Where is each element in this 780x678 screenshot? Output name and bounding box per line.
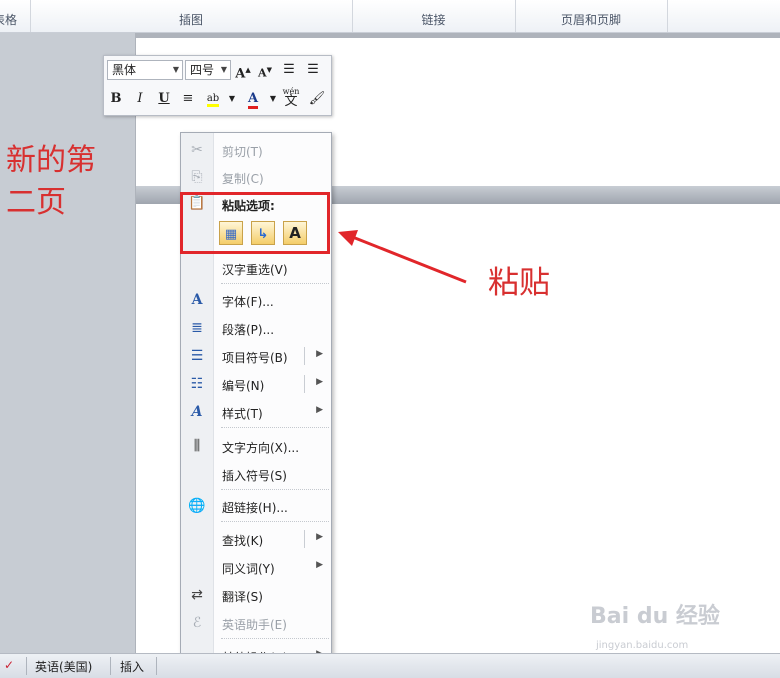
menu-item-reconvert[interactable]: 汉字重选(V) [181,255,331,281]
submenu-arrow-icon[interactable]: ▶ [316,377,323,387]
bold-button[interactable]: B [107,89,125,109]
status-separator [26,657,27,675]
menu-item-insert-symbol[interactable]: 插入符号(S) [181,461,331,487]
text-direction-icon: ⫼ [193,438,201,454]
menu-item-numbering[interactable]: ☷ 编号(N) ▶ [181,371,331,397]
status-separator [110,657,111,675]
menu-separator [221,489,329,490]
status-separator [156,657,157,675]
annotation-new-second-page: 新的第 二页 [6,143,96,220]
phonetic-guide-button[interactable]: wén 文 [282,87,300,108]
ribbon-group-illustrations[interactable]: 插图 [30,0,353,32]
menu-item-synonyms[interactable]: 同义词(Y) ▶ [181,554,331,580]
format-painter-icon[interactable]: 🖌 [308,89,326,109]
english-assistant-icon: ℰ [192,615,202,631]
scissors-icon: ✂ [191,142,203,158]
split-divider [304,530,305,548]
bullet-list-icon: ☰ [190,348,204,364]
chevron-down-icon: ▼ [220,65,227,74]
underline-button[interactable]: U [155,89,173,109]
menu-item-english-assistant[interactable]: ℰ 英语助手(E) [181,610,331,636]
highlight-icon[interactable]: ab [204,89,222,109]
status-language[interactable]: 英语(美国) [35,658,92,675]
split-divider [304,347,305,365]
paragraph-icon: ≣ [191,320,203,336]
menu-item-text-direction[interactable]: ⫼ 文字方向(X)... [181,433,331,459]
center-align-icon[interactable]: ≡ [179,89,197,109]
font-icon: A [191,292,203,308]
menu-item-styles[interactable]: A 样式(T) ▶ [181,399,331,425]
menu-item-paragraph[interactable]: ≣ 段落(P)... [181,315,331,341]
chevron-down-icon: ▼ [172,65,179,74]
submenu-arrow-icon: ▶ [316,405,323,415]
baidu-watermark: Bai du 经验 [590,604,720,629]
submenu-arrow-icon[interactable]: ▶ [316,532,323,542]
menu-item-bullets[interactable]: ☰ 项目符号(B) ▶ [181,343,331,369]
baidu-watermark-url: jingyan.baidu.com [596,640,689,651]
split-divider [304,375,305,393]
ribbon-group-tables[interactable]: 表格 [0,0,31,32]
menu-item-hyperlink[interactable]: 🌐 超链接(H)... [181,493,331,519]
ribbon: 表格 插图 链接 页眉和页脚 [0,0,780,33]
menu-separator [221,283,329,284]
status-insert-mode[interactable]: 插入 [120,658,144,675]
menu-item-font[interactable]: A 字体(F)... [181,287,331,313]
grow-font-button[interactable]: A▲ [234,60,252,81]
menu-item-translate[interactable]: ⇄ 翻译(S) [181,582,331,608]
font-size-combo[interactable]: 四号 ▼ [185,60,231,80]
font-name-combo[interactable]: 黑体 ▼ [107,60,183,80]
font-color-button[interactable]: A [244,89,262,109]
mini-toolbar: 黑体 ▼ 四号 ▼ A▲ A▼ ☰ ☰ B I U ≡ ab ▼ A ▼ wén 文 … [103,55,332,116]
menu-item-copy[interactable]: ⎘ 复制(C) [181,164,331,190]
submenu-arrow-icon: ▶ [316,560,323,570]
translate-icon: ⇄ [191,587,203,603]
italic-button[interactable]: I [131,89,149,109]
shrink-font-button[interactable]: A▼ [256,60,274,80]
submenu-arrow-icon[interactable]: ▶ [316,349,323,359]
copy-icon: ⎘ [191,169,203,185]
annotation-arrow [338,230,467,284]
proofing-icon[interactable]: ✓ [4,658,14,672]
styles-icon: A [191,404,203,420]
chevron-down-icon[interactable]: ▼ [264,89,282,109]
document-background [0,33,135,653]
menu-separator [221,638,329,639]
chevron-down-icon[interactable]: ▼ [223,89,241,109]
menu-item-lookup[interactable]: 查找(K) ▶ [181,526,331,552]
status-bar: ✓ 英语(美国) 插入 [0,653,780,678]
menu-separator [221,521,329,522]
numbered-list-icon: ☷ [190,376,204,392]
paste-options-highlight [180,192,330,254]
menu-item-cut[interactable]: ✂ 剪切(T) [181,137,331,163]
annotation-paste: 粘贴 [488,265,550,301]
ribbon-group-links[interactable]: 链接 [352,0,516,32]
globe-link-icon: 🌐 [188,498,206,514]
menu-separator [221,427,329,428]
decrease-indent-icon[interactable]: ☰ [280,60,298,80]
ribbon-group-header-footer[interactable]: 页眉和页脚 [515,0,668,32]
increase-indent-icon[interactable]: ☰ [304,60,322,80]
